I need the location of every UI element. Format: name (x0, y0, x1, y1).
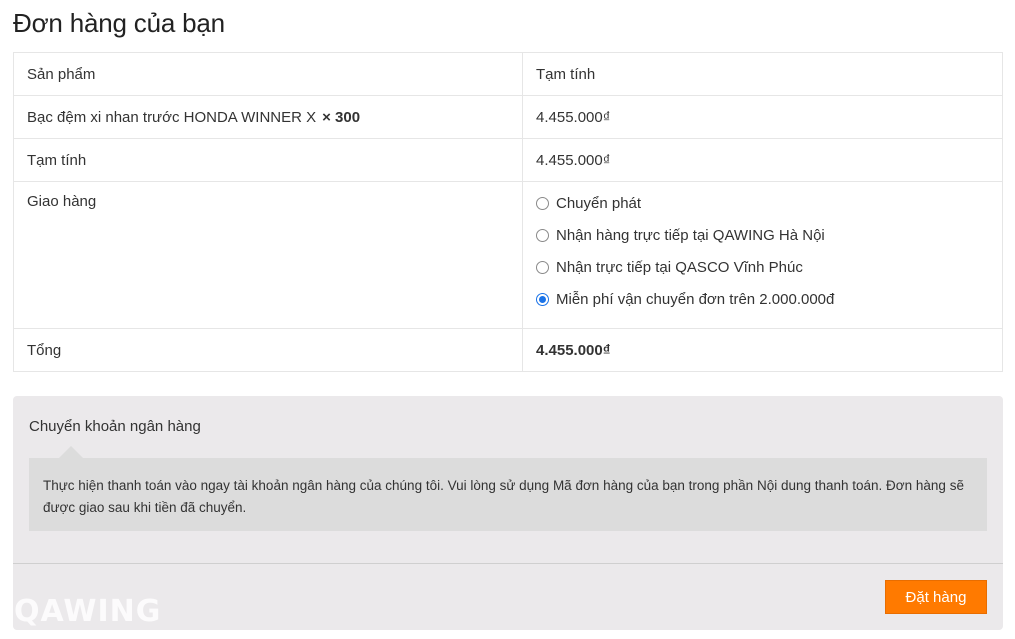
checkout-order-review: Đơn hàng của bạn Sản phẩm Tạm tính Bạc đ… (0, 0, 1015, 639)
payment-section: Chuyển khoản ngân hàng Thực hiện thanh t… (13, 396, 1003, 630)
total-label: Tổng (13, 328, 523, 372)
table-header-row: Sản phẩm Tạm tính (13, 52, 1003, 96)
radio-button[interactable] (536, 260, 549, 274)
shipping-option-label[interactable]: Nhận trực tiếp tại QASCO Vĩnh Phúc (556, 259, 803, 276)
subtotal-value: 4.455.000₫ (522, 138, 1003, 182)
shipping-options-cell: Chuyển phát Nhận hàng trực tiếp tại QAWI… (522, 181, 1003, 329)
shipping-row: Giao hàng Chuyển phát Nhận hàng trực tiế… (13, 181, 1003, 329)
page-title: Đơn hàng của bạn (13, 8, 225, 38)
shipping-label: Giao hàng (13, 181, 523, 329)
shipping-option-delivery[interactable]: Chuyển phát (536, 187, 989, 219)
order-table: Sản phẩm Tạm tính Bạc đệm xi nhan trước … (13, 52, 1003, 372)
radio-button[interactable] (536, 196, 549, 210)
watermark-logo: QAWING (14, 594, 162, 629)
radio-button-checked[interactable] (536, 292, 549, 306)
subtotal-label: Tạm tính (13, 138, 523, 182)
product-cell: Bạc đệm xi nhan trước HONDA WINNER X × 30… (13, 95, 523, 139)
payment-description-box: Thực hiện thanh toán vào ngay tài khoản … (29, 446, 987, 531)
product-price: 4.455.000₫ (522, 95, 1003, 139)
place-order-button[interactable]: Đặt hàng (885, 580, 987, 614)
subtotal-row: Tạm tính 4.455.000₫ (13, 138, 1003, 182)
table-row: Bạc đệm xi nhan trước HONDA WINNER X × 30… (13, 95, 1003, 139)
total-row: Tổng 4.455.000₫ (13, 328, 1003, 372)
header-subtotal: Tạm tính (522, 52, 1003, 96)
payment-description: Thực hiện thanh toán vào ngay tài khoản … (43, 478, 964, 515)
shipping-options: Chuyển phát Nhận hàng trực tiếp tại QAWI… (536, 187, 989, 315)
divider (13, 563, 1003, 564)
total-value: 4.455.000₫ (522, 328, 1003, 372)
radio-button[interactable] (536, 228, 549, 242)
shipping-option-pickup-vinhphuc[interactable]: Nhận trực tiếp tại QASCO Vĩnh Phúc (536, 251, 989, 283)
shipping-option-pickup-hanoi[interactable]: Nhận hàng trực tiếp tại QAWING Hà Nội (536, 219, 989, 251)
product-quantity: × 300 (322, 108, 361, 126)
shipping-option-free[interactable]: Miễn phí vận chuyển đơn trên 2.000.000đ (536, 283, 989, 315)
header-product: Sản phẩm (13, 52, 523, 96)
product-name: Bạc đệm xi nhan trước HONDA WINNER X (27, 108, 317, 126)
shipping-option-label[interactable]: Miễn phí vận chuyển đơn trên 2.000.000đ (556, 291, 834, 308)
shipping-option-label[interactable]: Nhận hàng trực tiếp tại QAWING Hà Nội (556, 227, 825, 244)
shipping-option-label[interactable]: Chuyển phát (556, 195, 641, 212)
payment-method-label: Chuyển khoản ngân hàng (29, 418, 201, 435)
